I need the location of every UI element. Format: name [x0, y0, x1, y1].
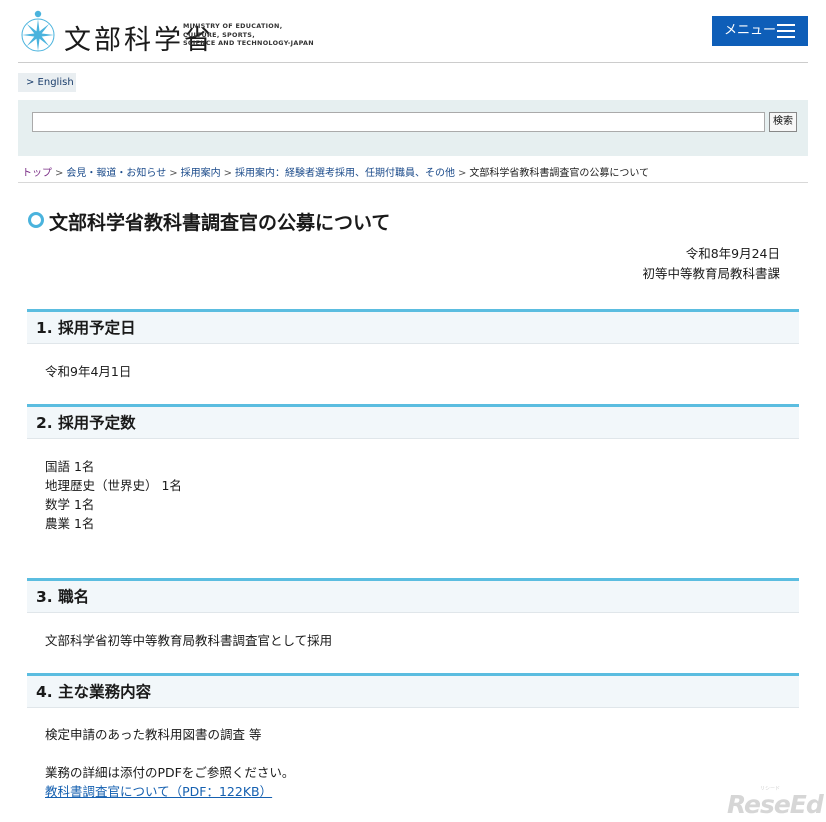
hamburger-icon: [777, 24, 795, 38]
issue-info: 令和8年9月24日 初等中等教育局教科書課: [642, 244, 780, 284]
section-body: 文部科学省初等中等教育局教科書調査官として採用: [45, 631, 332, 650]
breadcrumb-item-recruitment-experienced[interactable]: 採用案内：経験者選考採用、任期付職員、その他: [235, 168, 455, 179]
menu-button[interactable]: メニュー: [712, 16, 808, 46]
issuer: 初等中等教育局教科書課: [642, 266, 780, 281]
breadcrumb-item-recruitment[interactable]: 採用案内: [181, 168, 221, 179]
section-heading: 4. 主な業務内容: [27, 673, 799, 708]
section-line: 文部科学省初等中等教育局教科書調査官として採用: [45, 633, 333, 648]
section-note: 業務の詳細は添付のPDFをご参照ください。: [45, 765, 295, 780]
section-line: 令和9年4月1日: [45, 364, 132, 379]
issue-date: 令和8年9月24日: [685, 246, 780, 261]
mext-logo-icon[interactable]: [18, 5, 58, 55]
logo-en-line: SCIENCE AND TECHNOLOGY-JAPAN: [183, 39, 314, 48]
breadcrumb-separator: >: [457, 168, 467, 179]
site-header: 文部科学省 MINISTRY OF EDUCATION, CULTURE, SP…: [0, 0, 826, 64]
menu-button-label: メニュー: [724, 23, 777, 38]
section-heading: 3. 職名: [27, 578, 799, 613]
watermark-logo: ReseEd: [727, 790, 824, 819]
search-button[interactable]: 検索: [769, 112, 797, 132]
page-title: 文部科学省教科書調査官の公募について: [28, 208, 390, 235]
logo-en-line: MINISTRY OF EDUCATION,: [183, 22, 283, 30]
breadcrumb-divider: [18, 182, 808, 183]
breadcrumb-separator: >: [55, 168, 64, 179]
title-bullet-icon: [28, 212, 44, 228]
section-line: 検定申請のあった教科用図書の調査 等: [45, 727, 262, 742]
english-link[interactable]: > English: [18, 73, 76, 92]
section-line: 数学 1名: [45, 497, 95, 512]
logo-english-text: MINISTRY OF EDUCATION, CULTURE, SPORTS, …: [183, 22, 314, 48]
section-body: 国語 1名 地理歴史（世界史） 1名 数学 1名 農業 1名: [45, 457, 182, 533]
breadcrumb-item-press[interactable]: 会見・報道・お知らせ: [66, 168, 166, 179]
section-heading: 2. 採用予定数: [27, 404, 799, 439]
breadcrumb-separator: >: [169, 168, 178, 179]
breadcrumb-item-top[interactable]: トップ: [22, 168, 52, 179]
section-heading: 1. 採用予定日: [27, 309, 799, 344]
section-body: 令和9年4月1日: [45, 362, 131, 381]
header-divider: [18, 62, 808, 63]
search-input[interactable]: [32, 112, 765, 132]
section-line: 地理歴史（世界史） 1名: [45, 478, 182, 493]
logo-en-line: CULTURE, SPORTS,: [183, 30, 255, 39]
section-line: 農業 1名: [45, 516, 95, 531]
search-area: 検索: [18, 100, 808, 156]
section-body: 検定申請のあった教科用図書の調査 等 業務の詳細は添付のPDFをご参照ください。…: [45, 725, 294, 801]
page-title-text: 文部科学省教科書調査官の公募について: [49, 212, 391, 234]
breadcrumb-separator: >: [223, 168, 232, 179]
breadcrumb-item-current: 文部科学省教科書調査官の公募について: [469, 168, 650, 179]
breadcrumb: トップ > 会見・報道・お知らせ > 採用案内 > 採用案内：経験者選考採用、任期付職員、そ…: [22, 164, 649, 179]
section-line: 国語 1名: [45, 459, 95, 474]
pdf-link[interactable]: 教科書調査官について（PDF：122KB）: [45, 782, 294, 801]
